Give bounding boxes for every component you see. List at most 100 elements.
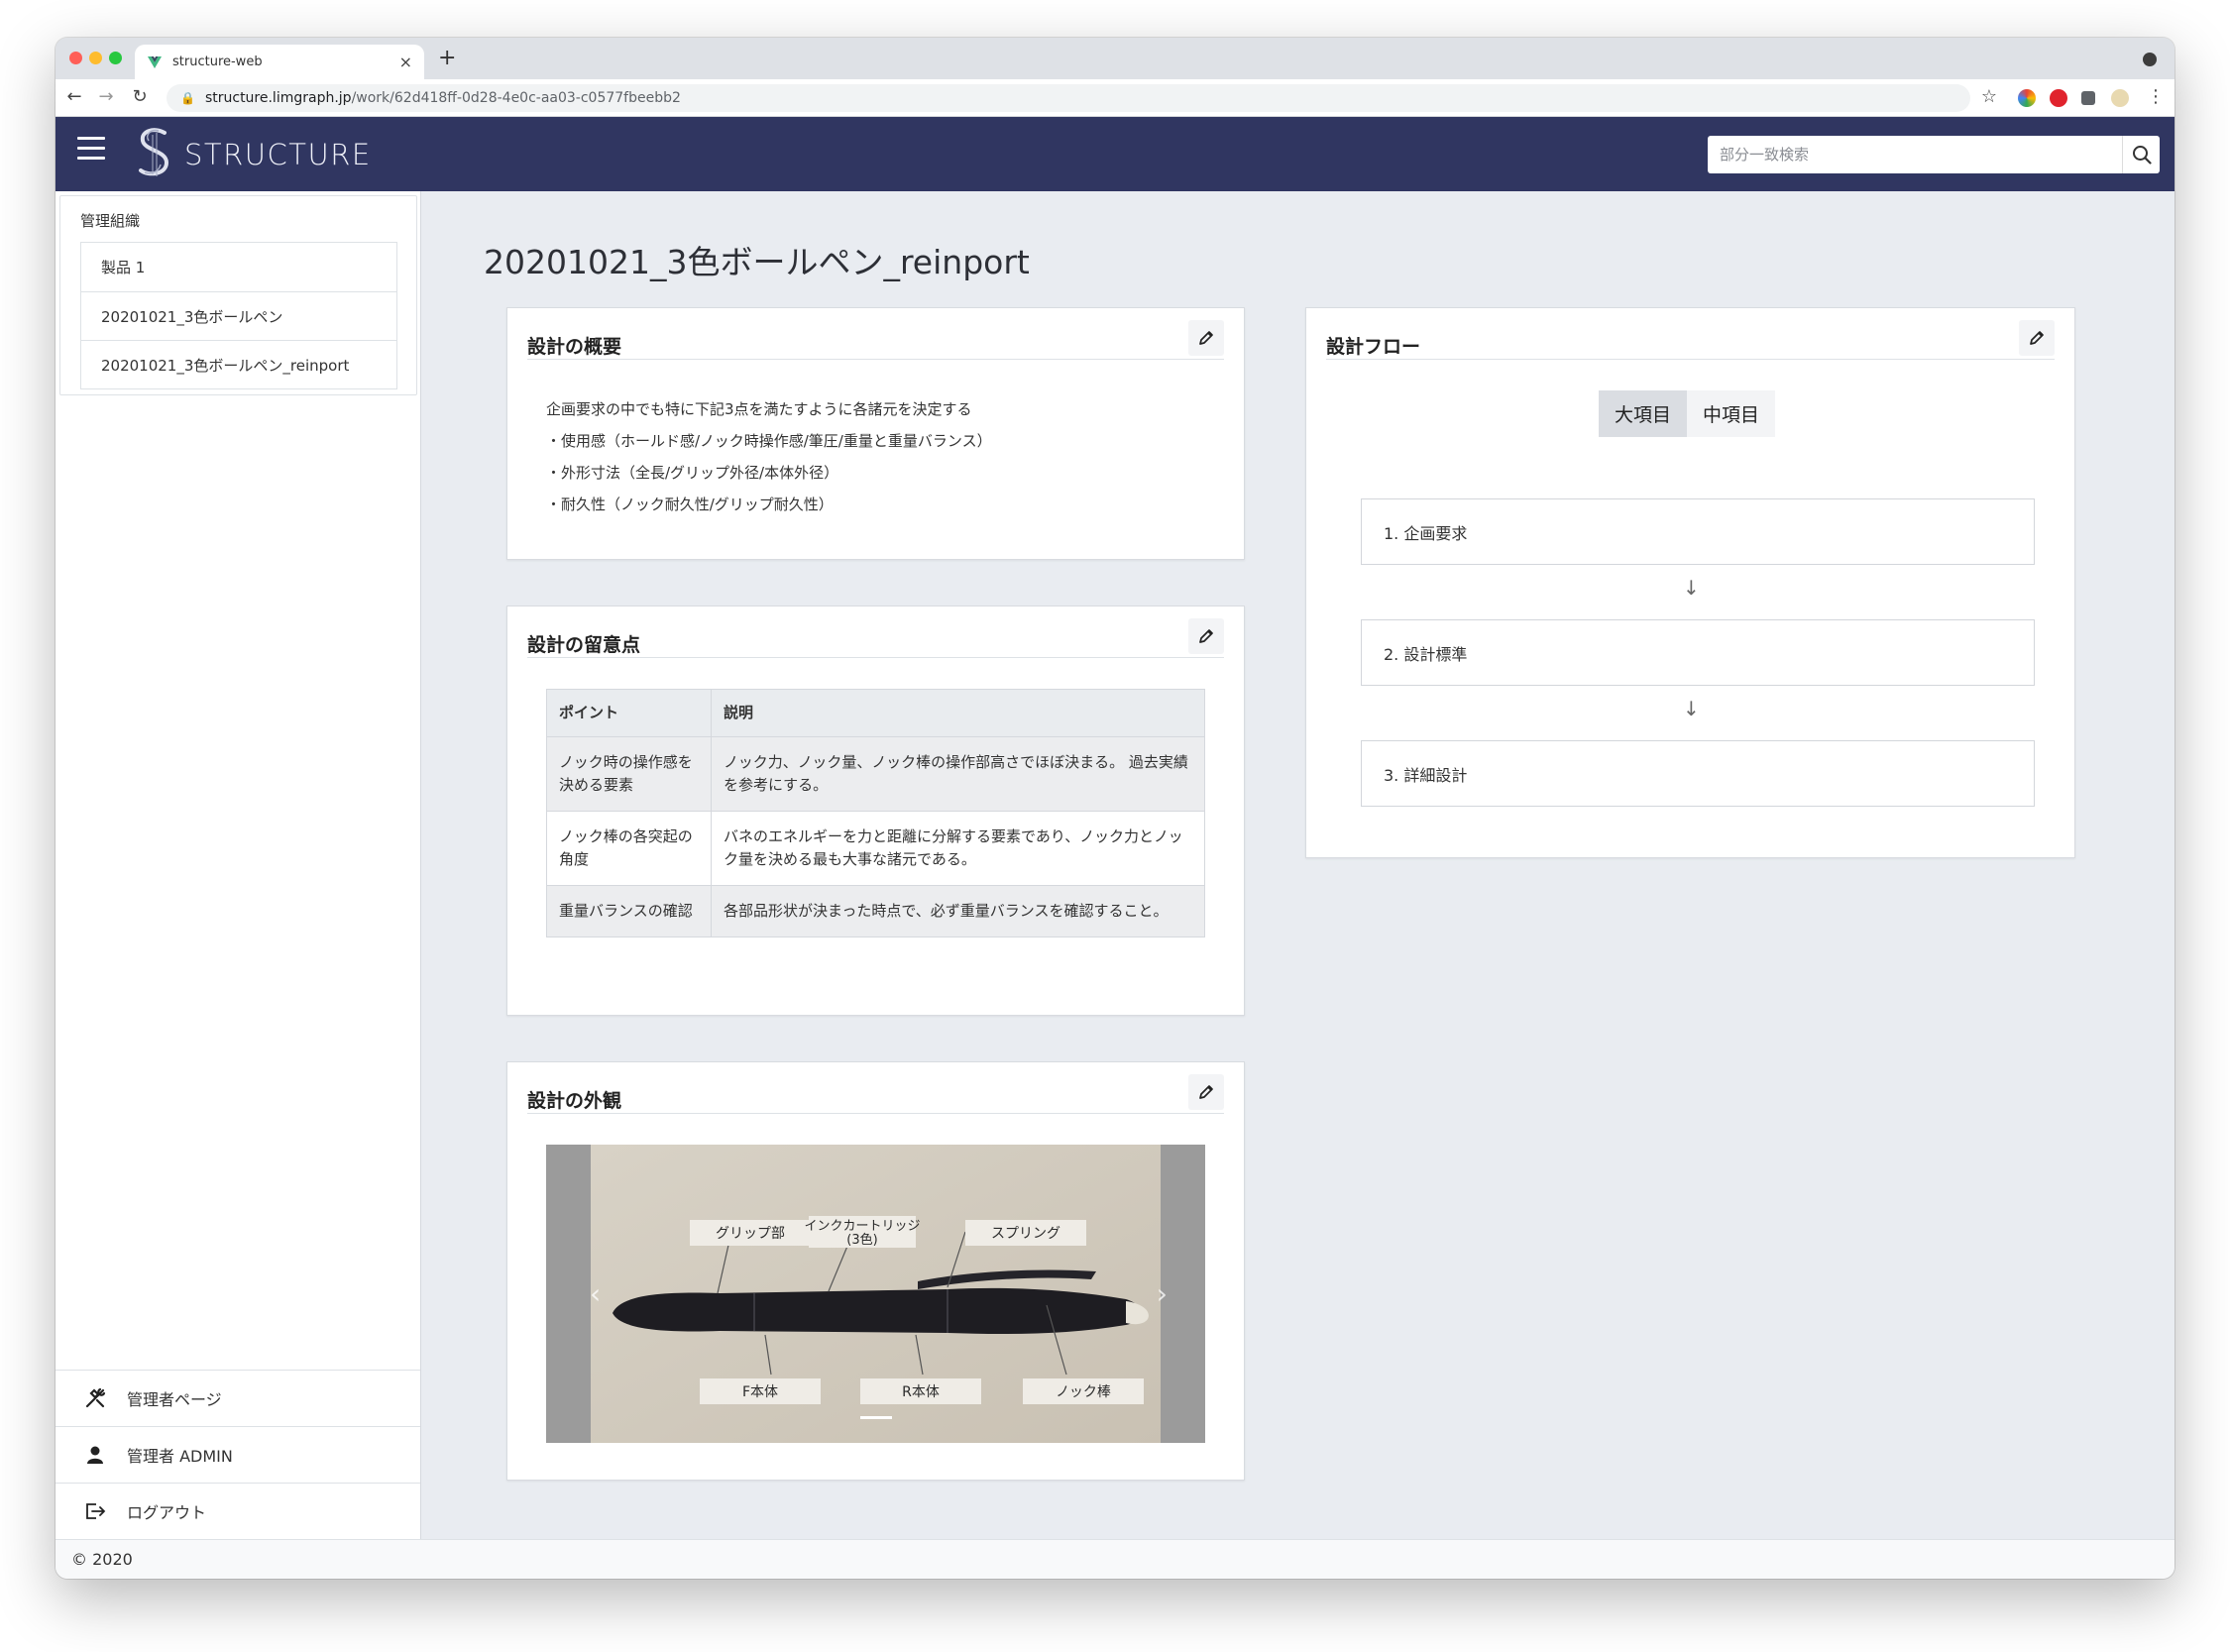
overview-card-header: 設計の概要 [527,320,1224,360]
label-ink: インクカートリッジ [804,1219,920,1234]
table-cell-point: ノック棒の各突起の角度 [546,811,712,886]
browser-tab[interactable]: structure-web × [135,45,424,79]
down-arrow-icon: ↓ [1683,697,1700,720]
user-icon [83,1445,107,1465]
admin-page-label: 管理者ページ [127,1390,222,1409]
label-spring: スプリング [991,1226,1060,1242]
flow-item[interactable]: 2. 設計標準 [1361,619,2035,686]
carousel-prev-icon[interactable]: ‹ [590,1277,601,1310]
pencil-icon [2030,331,2044,345]
down-arrow-icon: ↓ [1683,576,1700,600]
image-carousel: グリップ部 インクカートリッジ (3色) スプリング F本体 R本体 ノック棒 … [546,1145,1205,1443]
puzzle-icon[interactable] [2081,91,2095,105]
notes-table: ポイント 説明 ノック時の操作感を決める要素 ノック力、ノック量、ノック棒の操作… [546,689,1205,937]
label-knock: ノック棒 [1056,1384,1111,1400]
appearance-edit-button[interactable] [1188,1074,1224,1110]
org-title: 管理組織 [80,212,141,230]
table-cell-desc: ノック力、ノック量、ノック棒の操作部高さでほぼ決まる。 過去実績を参考にする。 [711,736,1205,812]
browser-menu-icon[interactable]: ⋮ [2145,86,2167,107]
carousel-next-icon[interactable]: › [1157,1277,1168,1310]
pen-photo: グリップ部 インクカートリッジ (3色) スプリング F本体 R本体 ノック棒 [591,1145,1161,1443]
flow-card-header: 設計フロー [1326,320,2055,360]
admin-user-label: 管理者 ADMIN [127,1447,233,1466]
label-grip: グリップ部 [716,1226,785,1242]
table-cell-point: 重量バランスの確認 [546,885,712,937]
url-host: structure.limgraph.jp [204,90,352,106]
bookmark-star-icon[interactable]: ☆ [1978,86,2000,107]
org-list: 製品 1 20201021_3色ボールペン 20201021_3色ボールペン_r… [80,242,397,389]
url-path: /work/62d418ff-0d28-4e0c-aa03-c0577fbeeb… [351,90,681,106]
flow-edit-button[interactable] [2019,320,2055,356]
extension-icon[interactable] [2018,89,2036,107]
forward-icon[interactable]: → [95,86,117,107]
brand-name: STRUCTURE [184,138,372,171]
flow-card: 設計フロー 大項目 中項目 1. 企画要求 ↓ 2. 設計標準 ↓ 3. 詳細設… [1305,307,2075,858]
tab-close-icon[interactable]: × [399,53,412,71]
overview-line: 企画要求の中でも特に下記3点を満たすように各諸元を決定する [546,400,972,418]
label-r-body: R本体 [902,1384,940,1400]
overview-line: ・耐久性（ノック耐久性/グリップ耐久性） [546,496,834,513]
table-header-point: ポイント [546,689,712,737]
table-row: ノック棒の各突起の角度 バネのエネルギーを力と距離に分解する要素であり、ノック力… [546,811,1205,886]
opera-extension-icon[interactable] [2050,89,2067,107]
flow-item[interactable]: 1. 企画要求 [1361,498,2035,565]
new-tab-button[interactable]: + [438,46,456,70]
flow-level-toggle: 大項目 中項目 [1599,390,1776,437]
table-cell-desc: 各部品形状が決まった時点で、必ず重量バランスを確認すること。 [711,885,1205,937]
admin-user-link[interactable]: 管理者 ADMIN [56,1426,420,1483]
overview-title: 設計の概要 [527,336,622,358]
url-field[interactable]: 🔒 structure.limgraph.jp /work/62d418ff-0… [167,84,1970,112]
pencil-icon [1199,331,1213,345]
logout-label: ログアウト [127,1503,207,1522]
table-row: 重量バランスの確認 各部品形状が決まった時点で、必ず重量バランスを確認すること。 [546,885,1205,937]
table-cell-desc: バネのエネルギーを力と距離に分解する要素であり、ノック力とノック量を決める最も大… [711,811,1205,886]
org-item-ballpen-reinport[interactable]: 20201021_3色ボールペン_reinport [81,340,396,388]
org-item-ballpen[interactable]: 20201021_3色ボールペン [81,291,396,340]
browser-window: structure-web × + ← → ↻ 🔒 structure.limg… [56,38,2174,1579]
table-header-desc: 説明 [711,689,1205,737]
close-window-button[interactable] [69,52,82,64]
maximize-window-button[interactable] [109,52,122,64]
pencil-icon [1199,1085,1213,1099]
address-bar: ← → ↻ 🔒 structure.limgraph.jp /work/62d4… [56,79,2174,117]
logout-icon [83,1501,107,1521]
appearance-card: 設計の外観 グリップ部 インクカートリッジ (3色) スプリング F本体 R本体… [506,1061,1245,1481]
search-input[interactable] [1708,136,2122,173]
org-item-product[interactable]: 製品 1 [81,243,396,291]
back-icon[interactable]: ← [63,86,85,107]
table-row: ノック時の操作感を決める要素 ノック力、ノック量、ノック棒の操作部高さでほぼ決ま… [546,736,1205,812]
admin-page-link[interactable]: 管理者ページ [56,1370,420,1426]
notes-title: 設計の留意点 [527,634,641,656]
hamburger-menu-icon[interactable] [77,137,105,161]
lock-icon: 🔒 [180,91,195,105]
notes-edit-button[interactable] [1188,618,1224,654]
tab-major-items[interactable]: 大項目 [1599,390,1688,437]
overview-line: ・使用感（ホールド感/ノック時操作感/筆圧/重量と重量バランス） [546,432,992,450]
org-card: 管理組織 製品 1 20201021_3色ボールペン 20201021_3色ボー… [59,195,417,395]
sidebar: 管理組織 製品 1 20201021_3色ボールペン 20201021_3色ボー… [56,191,421,1539]
tab-search-icon[interactable] [2143,53,2157,66]
app-header: STRUCTURE [56,117,2174,191]
tools-icon [83,1387,107,1409]
flow-title: 設計フロー [1326,336,1421,358]
table-cell-point: ノック時の操作感を決める要素 [546,736,712,812]
pencil-icon [1199,629,1213,643]
footer: © 2020 [56,1539,2174,1579]
overview-line: ・外形寸法（全長/グリップ外径/本体外径） [546,464,839,482]
flow-item[interactable]: 3. 詳細設計 [1361,740,2035,807]
overview-card: 設計の概要 企画要求の中でも特に下記3点を満たすように各諸元を決定する ・使用感… [506,307,1245,560]
reload-icon[interactable]: ↻ [129,86,151,107]
search-icon[interactable] [2122,136,2160,173]
carousel-indicator[interactable] [860,1416,892,1419]
logout-link[interactable]: ログアウト [56,1483,420,1539]
appearance-title: 設計の外観 [527,1090,622,1112]
minimize-window-button[interactable] [89,52,102,64]
page-title: 20201021_3色ボールペン_reinport [484,243,1030,281]
tab-title: structure-web [172,55,263,69]
label-ink-sub: (3色) [846,1232,877,1248]
notes-card: 設計の留意点 ポイント 説明 ノック時の操作感を決める要素 ノック力、ノック量、… [506,606,1245,1016]
overview-edit-button[interactable] [1188,320,1224,356]
profile-avatar-icon[interactable] [2111,89,2129,107]
tab-middle-items[interactable]: 中項目 [1687,390,1776,437]
label-f-body: F本体 [742,1384,778,1400]
